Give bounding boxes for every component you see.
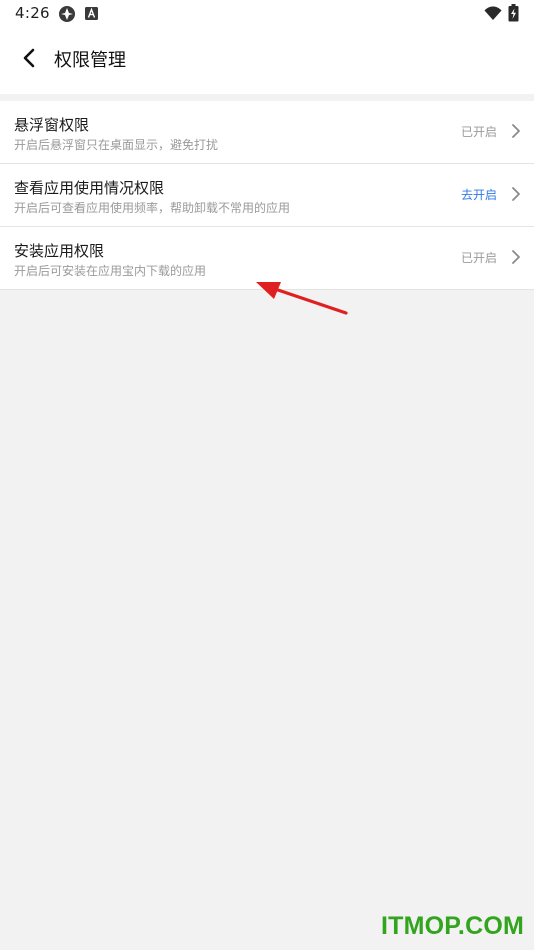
app-header: 权限管理 <box>0 36 534 80</box>
permission-description: 开启后悬浮窗只在桌面显示，避免打扰 <box>14 138 219 152</box>
watermark-logo: ITMOP.COM <box>380 912 524 940</box>
chevron-right-icon <box>512 250 520 264</box>
permission-list: 悬浮窗权限 开启后悬浮窗只在桌面显示，避免打扰 已开启 查看应用使用情况权限 开… <box>0 101 534 290</box>
enable-permission-link[interactable]: 去开启 <box>461 186 497 203</box>
back-chevron-icon <box>23 48 35 68</box>
permission-title: 悬浮窗权限 <box>14 116 90 134</box>
status-bar: 4:26 <box>0 0 534 28</box>
status-time: 4:26 <box>15 4 50 22</box>
permission-title: 查看应用使用情况权限 <box>14 179 165 197</box>
permission-description: 开启后可查看应用使用频率，帮助卸载不常用的应用 <box>14 201 291 215</box>
app-notification-icon <box>59 6 75 22</box>
chevron-right-icon <box>512 124 520 138</box>
text-notification-icon <box>85 7 98 20</box>
battery-charging-icon <box>508 4 519 22</box>
permission-title: 安装应用权限 <box>14 242 105 260</box>
permission-status: 已开启 <box>460 251 497 265</box>
permission-row-floating-window[interactable]: 悬浮窗权限 开启后悬浮窗只在桌面显示，避免打扰 已开启 <box>0 101 534 164</box>
permission-description: 开启后可安装在应用宝内下载的应用 <box>14 264 207 278</box>
red-arrow-annotation <box>256 282 348 315</box>
top-bar: 4:26 权限管理 <box>0 0 534 94</box>
permission-row-usage-access[interactable]: 查看应用使用情况权限 开启后可查看应用使用频率，帮助卸载不常用的应用 去开启 <box>0 164 534 227</box>
wifi-icon <box>484 6 502 20</box>
chevron-right-icon <box>512 187 520 201</box>
page-title: 权限管理 <box>54 50 126 71</box>
back-button[interactable] <box>14 44 48 72</box>
permission-status: 已开启 <box>460 125 497 139</box>
